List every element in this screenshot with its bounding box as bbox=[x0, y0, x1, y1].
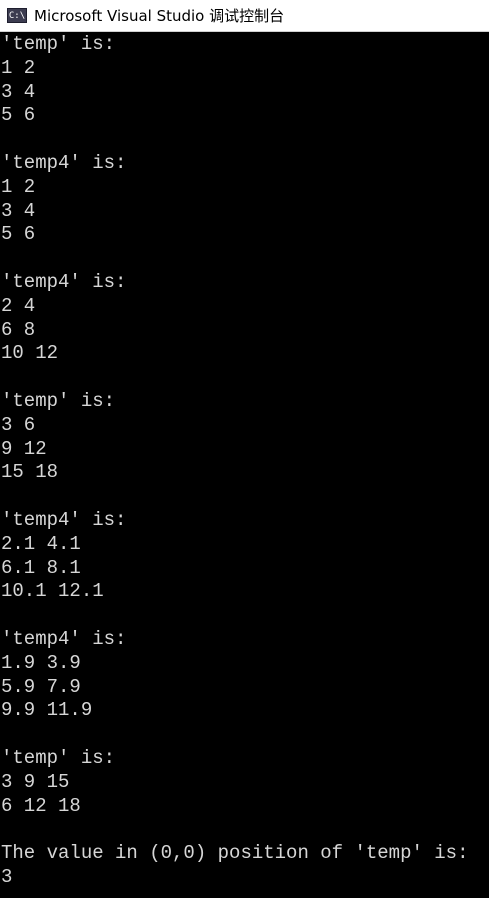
console-line: 5 6 bbox=[1, 223, 36, 246]
console-line: The value in (0,0) position of 'temp' is… bbox=[1, 842, 469, 865]
console-line: 6 8 bbox=[1, 318, 36, 341]
console-window: C:\ Microsoft Visual Studio 调试控制台 'temp'… bbox=[0, 0, 489, 898]
console-line: 3 9 15 bbox=[1, 770, 70, 793]
console-line: 1.9 3.9 bbox=[1, 651, 81, 674]
console-line: 'temp' is: bbox=[1, 389, 116, 412]
console-output[interactable]: 'temp' is: 1 2 3 4 5 6 'temp4' is: 1 2 3… bbox=[0, 33, 489, 898]
console-line: 5 6 bbox=[1, 104, 36, 127]
console-line: 'temp4' is: bbox=[1, 508, 127, 531]
console-line: 5.9 7.9 bbox=[1, 675, 81, 698]
console-app-icon: C:\ bbox=[7, 8, 27, 23]
console-line: 10.1 12.1 bbox=[1, 580, 104, 603]
console-line: 9.9 11.9 bbox=[1, 699, 93, 722]
console-line: 'temp4' is: bbox=[1, 270, 127, 293]
console-line: 'temp4' is: bbox=[1, 151, 127, 174]
console-line: 3 4 bbox=[1, 80, 36, 103]
console-line: 2.1 4.1 bbox=[1, 532, 81, 555]
console-line: 10 12 bbox=[1, 342, 59, 365]
console-line: 2 4 bbox=[1, 294, 36, 317]
console-line: 'temp4' is: bbox=[1, 627, 127, 650]
console-line: 3 4 bbox=[1, 199, 36, 222]
title-bar[interactable]: C:\ Microsoft Visual Studio 调试控制台 bbox=[0, 0, 489, 32]
console-line: 3 6 bbox=[1, 413, 36, 436]
console-line: 15 18 bbox=[1, 461, 59, 484]
console-line: 6.1 8.1 bbox=[1, 556, 81, 579]
console-line: 'temp' is: bbox=[1, 746, 116, 769]
console-line: 3 bbox=[1, 865, 13, 888]
console-line: 1 2 bbox=[1, 175, 36, 198]
console-line: 9 12 bbox=[1, 437, 47, 460]
window-title: Microsoft Visual Studio 调试控制台 bbox=[34, 7, 285, 25]
console-line: 'temp' is: bbox=[1, 33, 116, 55]
console-line: 6 12 18 bbox=[1, 794, 81, 817]
console-line: 1 2 bbox=[1, 56, 36, 79]
